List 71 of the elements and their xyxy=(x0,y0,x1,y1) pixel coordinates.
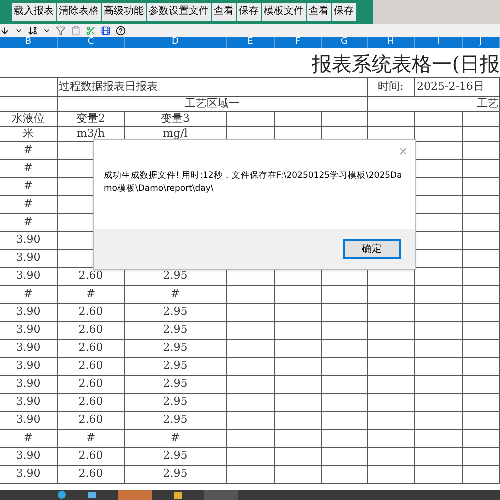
table-cell: 2.60 xyxy=(58,376,125,394)
ok-button[interactable]: 确定 xyxy=(343,239,401,259)
table-cell: 2.95 xyxy=(125,448,227,466)
area-label: 工艺 xyxy=(368,97,500,112)
column-header[interactable]: J xyxy=(463,37,500,48)
table-cell: 2.60 xyxy=(58,466,125,484)
toolbar-button[interactable]: 保存 xyxy=(332,3,356,21)
table-cell: # xyxy=(0,430,58,448)
table-cell: 2.60 xyxy=(58,412,125,430)
column-header[interactable]: G xyxy=(322,37,368,48)
table-cell: 2.95 xyxy=(125,394,227,412)
table-cell: 2.60 xyxy=(58,340,125,358)
table-cell: # xyxy=(0,178,58,196)
table-cell: 2.95 xyxy=(125,376,227,394)
table-cell: # xyxy=(58,286,125,304)
table-cell: # xyxy=(0,214,58,232)
table-cell: # xyxy=(125,286,227,304)
column-header[interactable]: B xyxy=(0,37,58,48)
toolbar-button[interactable]: 模板文件 xyxy=(262,3,306,21)
toolbar-button[interactable]: 保存 xyxy=(237,3,261,21)
toolbar-button[interactable]: 查看 xyxy=(307,3,331,21)
column-header[interactable]: C xyxy=(58,37,125,48)
table-cell: 2.95 xyxy=(125,340,227,358)
table-cell: 2.95 xyxy=(125,358,227,376)
table-cell: 3.90 xyxy=(0,376,58,394)
table-cell: # xyxy=(0,142,58,160)
table-cell: 2.60 xyxy=(58,322,125,340)
report-title: 报表系统表格一(日报 xyxy=(312,51,500,77)
toolbar-button[interactable]: 载入报表 xyxy=(12,3,56,21)
table-cell: 3.90 xyxy=(0,448,58,466)
table-cell: 2.60 xyxy=(58,448,125,466)
table-cell: 2.60 xyxy=(58,358,125,376)
column-header[interactable]: E xyxy=(227,37,275,48)
table-cell: 2.95 xyxy=(125,322,227,340)
table-cell: 3.90 xyxy=(0,322,58,340)
unit-cell: 米 xyxy=(0,127,58,142)
report-date: 2025-2-16日 xyxy=(415,78,500,97)
table-cell: 3.90 xyxy=(0,394,58,412)
toolbar-button[interactable]: 查看 xyxy=(212,3,236,21)
report-name: 过程数据报表日报表 xyxy=(58,78,368,97)
table-cell: # xyxy=(0,196,58,214)
table-cell: 2.95 xyxy=(125,466,227,484)
table-cell: 2.60 xyxy=(58,304,125,322)
dialog-message: 成功生成数据文件! 用时:12秒，文件保存在F:\20250125学习模板\2025Damo模板\Damo\report\day\ xyxy=(104,170,404,196)
column-header[interactable]: H xyxy=(368,37,415,48)
toolbar-button[interactable]: 清除表格 xyxy=(57,3,101,21)
column-header[interactable]: D xyxy=(125,37,227,48)
column-header[interactable]: F xyxy=(275,37,322,48)
table-cell: # xyxy=(125,430,227,448)
toolbar-button[interactable]: 高级功能 xyxy=(102,3,146,21)
table-cell: 3.90 xyxy=(0,358,58,376)
table-cell: 3.90 xyxy=(0,466,58,484)
table-cell: 2.95 xyxy=(125,412,227,430)
table-cell: 3.90 xyxy=(0,232,58,250)
table-cell: # xyxy=(0,286,58,304)
area-label: 工艺区域一 xyxy=(58,97,368,112)
variable-header: 变量3 xyxy=(125,112,227,127)
table-cell: 3.90 xyxy=(0,412,58,430)
table-cell: 3.90 xyxy=(0,250,58,268)
table-cell: 3.90 xyxy=(0,268,58,286)
table-cell: 3.90 xyxy=(0,340,58,358)
column-header[interactable]: I xyxy=(415,37,463,48)
variable-header: 水液位 xyxy=(0,112,58,127)
table-cell: 3.90 xyxy=(0,304,58,322)
time-label: 时间: xyxy=(368,78,415,97)
table-cell: 2.95 xyxy=(125,304,227,322)
table-cell: # xyxy=(0,160,58,178)
table-cell: 2.60 xyxy=(58,394,125,412)
variable-header: 变量2 xyxy=(58,112,125,127)
toolbar-button[interactable]: 参数设置文件 xyxy=(147,3,211,21)
table-cell: # xyxy=(58,430,125,448)
